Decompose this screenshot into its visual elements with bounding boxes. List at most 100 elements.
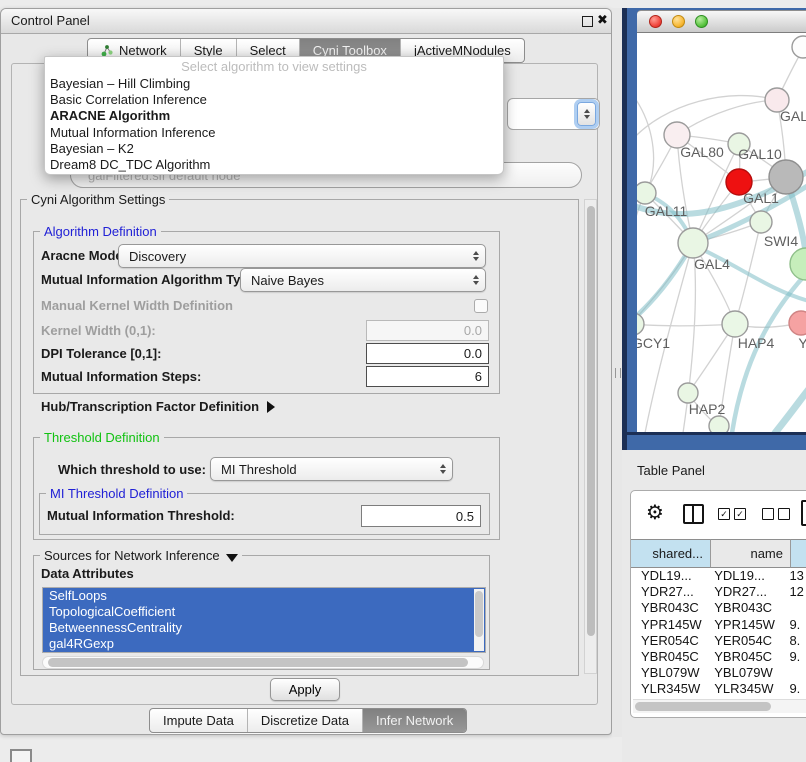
split-columns-icon[interactable] (683, 504, 704, 524)
algorithm-item-aracne-algorithm[interactable]: ARACNE Algorithm (45, 108, 503, 124)
kernel-width-field[interactable]: 0.0 (366, 320, 489, 341)
panel-divider[interactable] (612, 8, 622, 737)
table-doc-icon[interactable] (801, 500, 806, 526)
tab-discretize-data[interactable]: Discretize Data (247, 709, 362, 732)
node-label-hap2: HAP2 (689, 401, 726, 417)
green-edge-node[interactable] (790, 248, 806, 280)
table-hscrollbar[interactable] (633, 699, 806, 713)
table-cell[interactable]: YPR145W (710, 617, 789, 633)
aracne-mode-combo[interactable]: Discovery (118, 244, 486, 268)
salmon-node-y[interactable] (789, 311, 806, 335)
table-cell[interactable]: 12 (789, 584, 806, 600)
gal4-node[interactable] (678, 228, 708, 258)
table-cell[interactable]: YBR043C (710, 600, 789, 616)
mi-threshold-field[interactable]: 0.5 (361, 505, 481, 527)
table-cell[interactable]: YDL19... (710, 568, 789, 584)
zoom-traffic-light-icon[interactable] (695, 15, 708, 28)
gcy1-node[interactable] (637, 313, 644, 335)
list-scrollbar[interactable] (474, 589, 484, 651)
table-cell[interactable]: 8. (789, 633, 806, 649)
combo-spinner-icon[interactable] (577, 102, 596, 126)
apply-button[interactable]: Apply (270, 678, 340, 701)
attribute-item-topologicalcoefficient[interactable]: TopologicalCoefficient (43, 604, 485, 620)
network-canvas[interactable]: GALGAL80GAL10GAL1GAL11SWI4GAL4GCY1HAP4YH… (637, 33, 806, 432)
table-cell[interactable]: YBR045C (710, 649, 789, 665)
table-row[interactable]: YBR043CYBR043C (631, 600, 806, 616)
dpi-tolerance-value: 0.0 (464, 346, 482, 361)
table-cell[interactable]: YBL079W (710, 665, 789, 681)
gray-hub-node[interactable] (769, 160, 803, 194)
table-cell[interactable]: 9. (789, 649, 806, 665)
hap2-node[interactable] (678, 383, 698, 403)
close-icon[interactable]: ✖ (597, 12, 608, 28)
swi4-node[interactable] (750, 211, 772, 233)
table-cell[interactable]: YBR043C (631, 600, 710, 616)
attribute-item-gal4rgexp[interactable]: gal4RGexp (43, 636, 485, 652)
tab-impute-data[interactable]: Impute Data (150, 709, 247, 732)
manual-kernel-label: Manual Kernel Width Definition (41, 298, 233, 314)
gal11-node[interactable] (637, 182, 656, 204)
column-header-shared[interactable]: shared... (631, 539, 711, 568)
expander-expanded-icon[interactable] (226, 554, 238, 562)
table-cell[interactable]: 13 (789, 568, 806, 584)
which-threshold-combo[interactable]: MI Threshold (210, 457, 453, 481)
table-cell[interactable]: YER054C (710, 633, 789, 649)
float-window-icon[interactable] (582, 16, 593, 27)
table-cell[interactable]: YER054C (631, 633, 710, 649)
table-cell[interactable]: YBR045C (631, 649, 710, 665)
table-cell[interactable] (789, 600, 806, 616)
network-graph[interactable]: GALGAL80GAL10GAL1GAL11SWI4GAL4GCY1HAP4YH… (637, 33, 806, 432)
list-hscrollbar[interactable] (42, 656, 484, 669)
table-cell[interactable]: YLR345W (631, 681, 710, 697)
settings-scrollbar[interactable] (584, 199, 597, 674)
algorithm-item-bayesian-hill-climbing[interactable]: Bayesian – Hill Climbing (45, 76, 503, 92)
table-row[interactable]: YPR145WYPR145W9. (631, 617, 806, 633)
hub-expander[interactable]: Hub/Transcription Factor Definition (41, 399, 275, 415)
minimize-traffic-light-icon[interactable] (672, 15, 685, 28)
table-cell[interactable]: YLR345W (710, 681, 789, 697)
bottom-partial-node[interactable] (709, 416, 729, 432)
algorithm-item-dream8-dc-tdc-algorithm[interactable]: Dream8 DC_TDC Algorithm (45, 157, 503, 173)
table-header-row: shared...name (631, 539, 806, 568)
hap4-node[interactable] (722, 311, 748, 337)
table-row[interactable]: YBL079WYBL079W (631, 665, 806, 681)
table-cell[interactable]: YDR27... (631, 584, 710, 600)
table-row[interactable]: YLR345WYLR345W9. (631, 681, 806, 697)
table-row[interactable]: YBR045CYBR045C9. (631, 649, 806, 665)
unchecked-pair-icon[interactable] (762, 508, 790, 520)
mi-steps-field[interactable]: 6 (366, 366, 489, 387)
tab-infer-network[interactable]: Infer Network (362, 709, 466, 732)
network-window-titlebar[interactable] (637, 10, 806, 33)
table-cell[interactable]: YDL19... (631, 568, 710, 584)
table-cell[interactable]: YDR27... (710, 584, 789, 600)
attribute-item-betweennesscentrality[interactable]: BetweennessCentrality (43, 620, 485, 636)
expander-collapsed-icon[interactable] (267, 401, 275, 413)
algorithm-item-basic-correlation-inference[interactable]: Basic Correlation Inference (45, 92, 503, 108)
table-cell[interactable]: 9. (789, 681, 806, 697)
table-row[interactable]: YER054CYER054C8. (631, 633, 806, 649)
sources-title[interactable]: Sources for Network Inference (40, 548, 242, 563)
checked-pair-icon[interactable]: ✓✓ (718, 508, 746, 520)
column-header-name[interactable]: name (711, 539, 791, 568)
attribute-item-selfloops[interactable]: SelfLoops (43, 588, 485, 604)
table-row[interactable]: YDR27...YDR27...12 (631, 584, 806, 600)
dpi-tolerance-field[interactable]: 0.0 (366, 343, 489, 364)
table-cell[interactable]: YBL079W (631, 665, 710, 681)
divider-grip-icon[interactable] (615, 368, 621, 378)
table-cell[interactable]: YPR145W (631, 617, 710, 633)
tab-label: Infer Network (376, 710, 453, 732)
algorithm-item-mutual-information-inference[interactable]: Mutual Information Inference (45, 125, 503, 141)
algorithm-item-bayesian-k2[interactable]: Bayesian – K2 (45, 141, 503, 157)
manual-kernel-checkbox[interactable] (474, 299, 488, 313)
column-header-partial[interactable] (791, 539, 806, 568)
algorithm-selector-combo[interactable] (507, 98, 600, 130)
table-cell[interactable] (789, 665, 806, 681)
data-attributes-list[interactable]: SelfLoopsTopologicalCoefficientBetweenne… (42, 587, 486, 653)
mi-type-combo[interactable]: Naive Bayes (240, 268, 486, 292)
white-partial-node[interactable] (792, 36, 806, 58)
table-row[interactable]: YDL19...YDL19...13 (631, 568, 806, 584)
close-traffic-light-icon[interactable] (649, 15, 662, 28)
floating-palette-icon[interactable] (10, 749, 32, 762)
gear-icon[interactable]: ⚙ (646, 501, 664, 525)
table-cell[interactable]: 9. (789, 617, 806, 633)
